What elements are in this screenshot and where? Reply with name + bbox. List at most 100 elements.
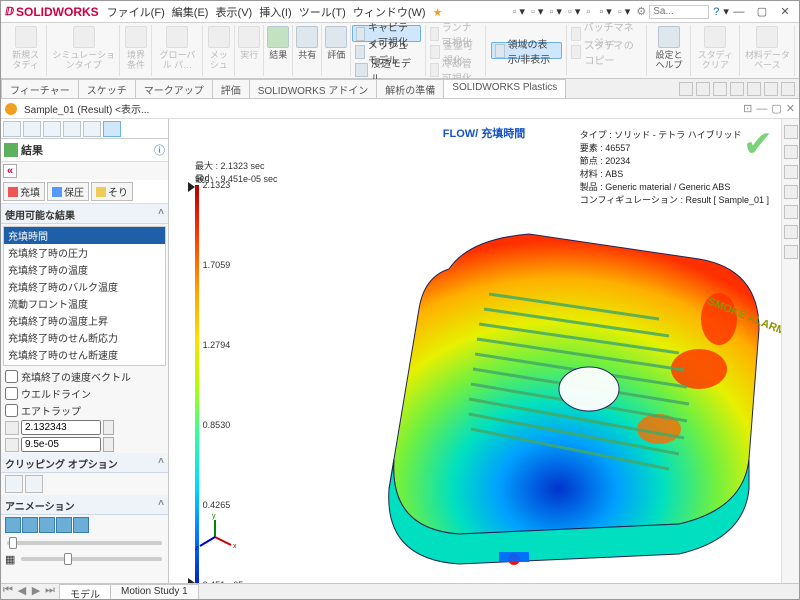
menu-star-icon[interactable]: ★ [433,7,443,19]
search-input[interactable] [649,5,709,19]
cat-fill[interactable]: 充填 [3,182,45,201]
tab-features[interactable]: フィーチャー [1,79,79,98]
max-stepper[interactable] [103,420,114,435]
tp-custom-icon[interactable] [784,225,798,239]
rb-results[interactable]: 結果 [265,25,293,76]
mgr-tab-property-icon[interactable] [23,121,41,137]
result-item[interactable]: 充填終了時の温度上昇 [4,312,165,329]
tp-forum-icon[interactable] [784,245,798,259]
doc-min-icon[interactable]: — [756,103,767,115]
result-item[interactable]: 充填終了時の収縮量 [4,363,165,366]
tab-sketch[interactable]: スケッチ [78,79,136,98]
mgr-tab-feature-icon[interactable] [3,121,21,137]
graphics-viewport[interactable]: ✔ FLOW/ 充填時間 タイプ : ソリッド - テトラ ハイブリッド 要素 … [169,119,799,583]
view-section-icon[interactable] [713,82,727,96]
qat-undo-icon[interactable]: ▫ [586,6,590,18]
qat-rebuild-icon[interactable]: ▫ [618,6,622,18]
tp-home-icon[interactable] [784,125,798,139]
menu-insert[interactable]: 挿入(I) [259,7,291,19]
max-value-input[interactable] [21,420,101,435]
section-available-results[interactable]: 使用可能な結果˄ [1,204,168,224]
result-item[interactable]: 充填終了時の圧力 [4,244,165,261]
rb-copy-study[interactable]: スタディのコピー [568,43,642,60]
tp-library-icon[interactable] [784,165,798,179]
rb-settings-help[interactable]: 設定とヘルプ [648,25,691,76]
bottom-tab-motion[interactable]: Motion Study 1 [110,584,199,600]
rb-global[interactable]: グローバル パ… [153,25,203,76]
result-item[interactable]: 充填終了時のバルク温度 [4,278,165,295]
view-display-icon[interactable] [730,82,744,96]
anim-pause-icon[interactable] [22,517,38,533]
rb-region-toggle[interactable]: 領域の表示/非表示 [491,42,562,59]
view-appearance-icon[interactable] [747,82,761,96]
maximize-icon[interactable]: ▢ [752,5,772,18]
rb-cool-vis[interactable]: 冷却管可視化 [427,61,482,78]
rb-run[interactable]: 実行 [236,25,264,76]
qat-new-icon[interactable]: ▫ [512,6,516,18]
document-tab[interactable]: Sample_01 (Result) <表示... [5,101,149,116]
minimize-icon[interactable]: — [729,6,749,18]
cat-warp[interactable]: そり [91,182,133,201]
mgr-tab-dimxpert-icon[interactable] [63,121,81,137]
menu-view[interactable]: 表示(V) [216,7,253,19]
expand-flyout-button[interactable]: « [3,164,17,178]
clip-plane-icon[interactable] [25,475,43,493]
section-animation[interactable]: アニメーション˄ [1,495,168,515]
chk-airtrap[interactable] [5,404,18,417]
view-rotate-icon[interactable] [696,82,710,96]
qat-print-icon[interactable]: ▫ [568,6,572,18]
result-item[interactable]: 充填終了時の温度 [4,261,165,278]
anim-slider-1[interactable] [7,541,162,545]
rb-clear-study[interactable]: スタディクリア [692,25,740,76]
tp-view-icon[interactable] [784,185,798,199]
view-settings-icon[interactable] [781,82,795,96]
view-zoom-icon[interactable] [679,82,693,96]
view-triad[interactable]: x y z [195,517,235,557]
rb-eval[interactable]: 評価 [323,25,351,76]
qat-save-icon[interactable]: ▫ [549,6,553,18]
anim-slider-2[interactable] [21,557,162,561]
min-value-input[interactable] [21,437,101,452]
rb-new-study[interactable]: 新規スタディ [5,25,47,76]
cat-pack[interactable]: 保圧 [47,182,89,201]
clip-cube-icon[interactable] [5,475,23,493]
anim-play-icon[interactable] [5,517,21,533]
panel-info-icon[interactable]: ⓘ [154,142,165,158]
rb-mat-db[interactable]: 材料データベース [741,25,795,76]
tab-evaluate[interactable]: 評価 [212,79,250,98]
results-list[interactable]: 充填時間充填終了時の圧力充填終了時の温度充填終了時のバルク温度流動フロント温度充… [3,226,166,366]
tp-resources-icon[interactable] [784,145,798,159]
menu-window[interactable]: ウィンドウ(W) [353,7,426,19]
result-item[interactable]: 流動フロント温度 [4,295,165,312]
menu-file[interactable]: ファイル(F) [107,7,165,19]
chk-weldline[interactable] [5,387,18,400]
bt-last-icon[interactable]: ⏭ [43,584,57,600]
tp-appearance-icon[interactable] [784,205,798,219]
view-hide-icon[interactable] [764,82,778,96]
main-menu[interactable]: ファイル(F) 編集(E) 表示(V) 挿入(I) ツール(T) ウィンドウ(W… [107,4,447,20]
tab-plastics[interactable]: SOLIDWORKS Plastics [443,79,566,98]
anim-fwd-icon[interactable] [39,517,55,533]
bt-first-icon[interactable]: ⏮ [1,584,15,600]
min-stepper[interactable] [103,437,114,452]
doc-close-icon[interactable]: ✕ [786,102,795,115]
chk-velocity[interactable] [5,370,18,383]
anim-loop-icon[interactable] [56,517,72,533]
doc-max-icon[interactable]: ▢ [771,102,781,115]
anim-save-icon[interactable] [73,517,89,533]
mgr-tab-config-icon[interactable] [43,121,61,137]
qat-open-icon[interactable]: ▫ [531,6,535,18]
bottom-tab-model[interactable]: モデル [59,584,111,600]
tab-sim-prep[interactable]: 解析の準備 [376,79,444,98]
result-item[interactable]: 充填終了時のせん断速度 [4,346,165,363]
qat-options-icon[interactable]: ⚙ [636,6,646,18]
section-clipping[interactable]: クリッピング オプション˄ [1,453,168,473]
result-item[interactable]: 充填時間 [4,227,165,244]
bt-next-icon[interactable]: ▶ [29,584,43,600]
close-icon[interactable]: ✕ [775,5,795,18]
rb-share[interactable]: 共有 [294,25,322,76]
menu-edit[interactable]: 編集(E) [172,7,209,19]
rb-permeate[interactable]: 浸透モデル [352,61,421,78]
mgr-tab-display-icon[interactable] [83,121,101,137]
qat-redo-icon[interactable]: ▫ [599,6,603,18]
